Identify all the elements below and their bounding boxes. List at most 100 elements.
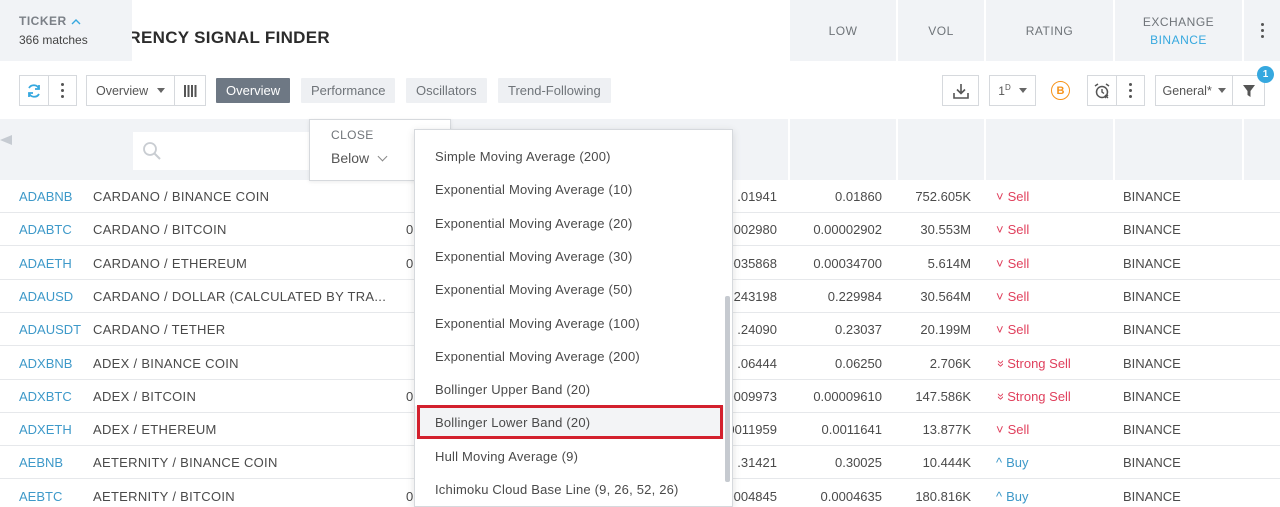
- low-cell: 0.0004635: [820, 488, 882, 504]
- chevron-down-icon: [377, 151, 388, 161]
- ticker-column-header[interactable]: TICKER 366 matches: [0, 0, 132, 61]
- close-value-dropdown: Simple Moving Average (200) Exponential M…: [414, 129, 733, 507]
- rating-label: Buy: [1006, 488, 1029, 504]
- arrow-down-icon: ˅: [996, 422, 1004, 438]
- description-cell: CARDANO / ETHEREUM: [93, 255, 248, 271]
- low-column-header[interactable]: LOW: [790, 0, 896, 61]
- ticker-link[interactable]: AEBNB: [19, 455, 63, 470]
- filter-set-label: General*: [1162, 83, 1212, 98]
- tab-oscillators[interactable]: Oscillators: [406, 78, 487, 103]
- dropdown-item[interactable]: Exponential Moving Average (20): [415, 207, 724, 240]
- rating-header-label: RATING: [1025, 23, 1074, 38]
- dropdown-item[interactable]: Exponential Moving Average (200): [415, 340, 724, 373]
- rating-label: Buy: [1006, 455, 1029, 471]
- low-header-label: LOW: [828, 23, 858, 38]
- dropdown-item[interactable]: Ichimoku Cloud Base Line (9, 26, 52, 26): [415, 473, 724, 506]
- filter-count-badge: 1: [1257, 66, 1274, 83]
- caret-down-icon: [1018, 88, 1027, 93]
- alert-button[interactable]: [1088, 76, 1116, 105]
- rating-label: Sell: [1007, 422, 1030, 438]
- close-cell: 0011959: [727, 422, 777, 438]
- columns-icon: [184, 84, 197, 97]
- vol-cell: 13.877K: [922, 422, 971, 438]
- dropdown-item[interactable]: Simple Moving Average (200): [415, 140, 724, 173]
- rating-label: Strong Sell: [1007, 388, 1071, 404]
- exchange-cell: BINANCE: [1123, 355, 1181, 371]
- column-settings-button[interactable]: [1244, 0, 1280, 61]
- filter-group: General*: [1155, 75, 1265, 106]
- description-cell: CARDANO / TETHER: [93, 322, 226, 338]
- interval-select[interactable]: 1D: [989, 75, 1036, 106]
- rating-label: Sell: [1007, 288, 1030, 304]
- close-cell: .31421: [737, 455, 777, 471]
- ticker-link[interactable]: ADAUSD: [19, 289, 73, 304]
- dropdown-item[interactable]: Bollinger Upper Band (20): [415, 373, 724, 406]
- dropdown-scrollbar[interactable]: [725, 296, 730, 482]
- dropdown-item[interactable]: Hull Moving Average (9): [415, 440, 724, 473]
- exchange-cell: BINANCE: [1123, 388, 1181, 404]
- arrow-down-icon: ˅: [996, 222, 1004, 238]
- alert-more-button[interactable]: [1115, 76, 1144, 105]
- dropdown-item[interactable]: Exponential Moving Average (50): [415, 273, 724, 306]
- ticker-link[interactable]: AEBTC: [19, 489, 62, 504]
- arrow-down-icon: ˅: [996, 288, 1004, 304]
- exchange-filter-value[interactable]: BINANCE: [1150, 33, 1207, 47]
- dropdown-item[interactable]: Exponential Moving Average (30): [415, 240, 724, 273]
- exchange-cell: BINANCE: [1123, 488, 1181, 504]
- low-cell: 0.00034700: [813, 255, 882, 271]
- ticker-link[interactable]: ADXBNB: [19, 356, 72, 371]
- ticker-link[interactable]: ADABTC: [19, 222, 72, 237]
- low-cell: 0.06250: [835, 355, 882, 371]
- columns-button[interactable]: [174, 76, 205, 105]
- exchange-header-label: EXCHANGE: [1142, 14, 1215, 29]
- dropdown-item[interactable]: Exponential Moving Average (10): [415, 173, 724, 206]
- vol-cell: 30.553M: [920, 222, 971, 238]
- double-arrow-down-icon: «: [992, 359, 1008, 367]
- arrow-down-icon: ˅: [996, 255, 1004, 271]
- tab-performance[interactable]: Performance: [301, 78, 396, 103]
- close-condition-value: Below: [331, 150, 370, 166]
- exchange-column-header[interactable]: EXCHANGE BINANCE: [1115, 0, 1242, 61]
- vol-column-header[interactable]: VOL: [898, 0, 984, 61]
- filter-set-select[interactable]: General*: [1156, 76, 1232, 105]
- search-icon: [143, 142, 161, 160]
- ticker-search-input[interactable]: [133, 132, 313, 170]
- bitcoin-icon[interactable]: B: [1051, 81, 1070, 100]
- rating-column-header[interactable]: RATING: [986, 0, 1113, 61]
- tab-trend-following[interactable]: Trend-Following: [498, 78, 611, 103]
- download-icon: [952, 83, 969, 99]
- arrow-up-icon: ^: [996, 488, 1003, 504]
- view-select[interactable]: Overview: [87, 76, 174, 105]
- rating-cell: ˅ Sell: [996, 289, 1029, 304]
- ticker-link[interactable]: ADXBTC: [19, 389, 72, 404]
- ticker-link[interactable]: ADABNB: [19, 189, 72, 204]
- rating-label: Sell: [1007, 255, 1030, 271]
- alert-group: [1087, 75, 1145, 106]
- row-pin-marker: [0, 135, 12, 145]
- ticker-link[interactable]: ADXETH: [19, 422, 72, 437]
- match-count: 366 matches: [19, 33, 88, 47]
- alarm-clock-icon: [1094, 82, 1110, 98]
- close-cell: 0004845: [726, 488, 777, 504]
- refresh-button[interactable]: [20, 76, 48, 105]
- arrow-down-icon: ˅: [996, 322, 1004, 338]
- ticker-link[interactable]: ADAUSDT: [19, 322, 81, 337]
- more-options-button[interactable]: [47, 76, 76, 105]
- vertical-dots-icon: [1128, 83, 1132, 98]
- vol-cell: 180.816K: [915, 488, 971, 504]
- interval-label: 1D: [998, 83, 1010, 98]
- close-cell: .24090: [737, 322, 777, 338]
- rating-cell: «Strong Sell: [992, 388, 1071, 404]
- ticker-link[interactable]: ADAETH: [19, 256, 72, 271]
- dropdown-item[interactable]: Exponential Moving Average (100): [415, 307, 724, 340]
- vol-cell: 2.706K: [929, 355, 971, 371]
- description-cell: ADEX / BINANCE COIN: [93, 355, 239, 371]
- download-button[interactable]: [942, 75, 979, 106]
- arrow-up-icon: ^: [996, 455, 1003, 471]
- vol-cell: 5.614M: [927, 255, 971, 271]
- tab-overview[interactable]: Overview: [216, 78, 291, 103]
- refresh-group: [19, 75, 77, 106]
- description-cell: CARDANO / BINANCE COIN: [93, 189, 270, 204]
- exchange-cell: BINANCE: [1123, 455, 1181, 471]
- vol-cell: 147.586K: [915, 388, 971, 404]
